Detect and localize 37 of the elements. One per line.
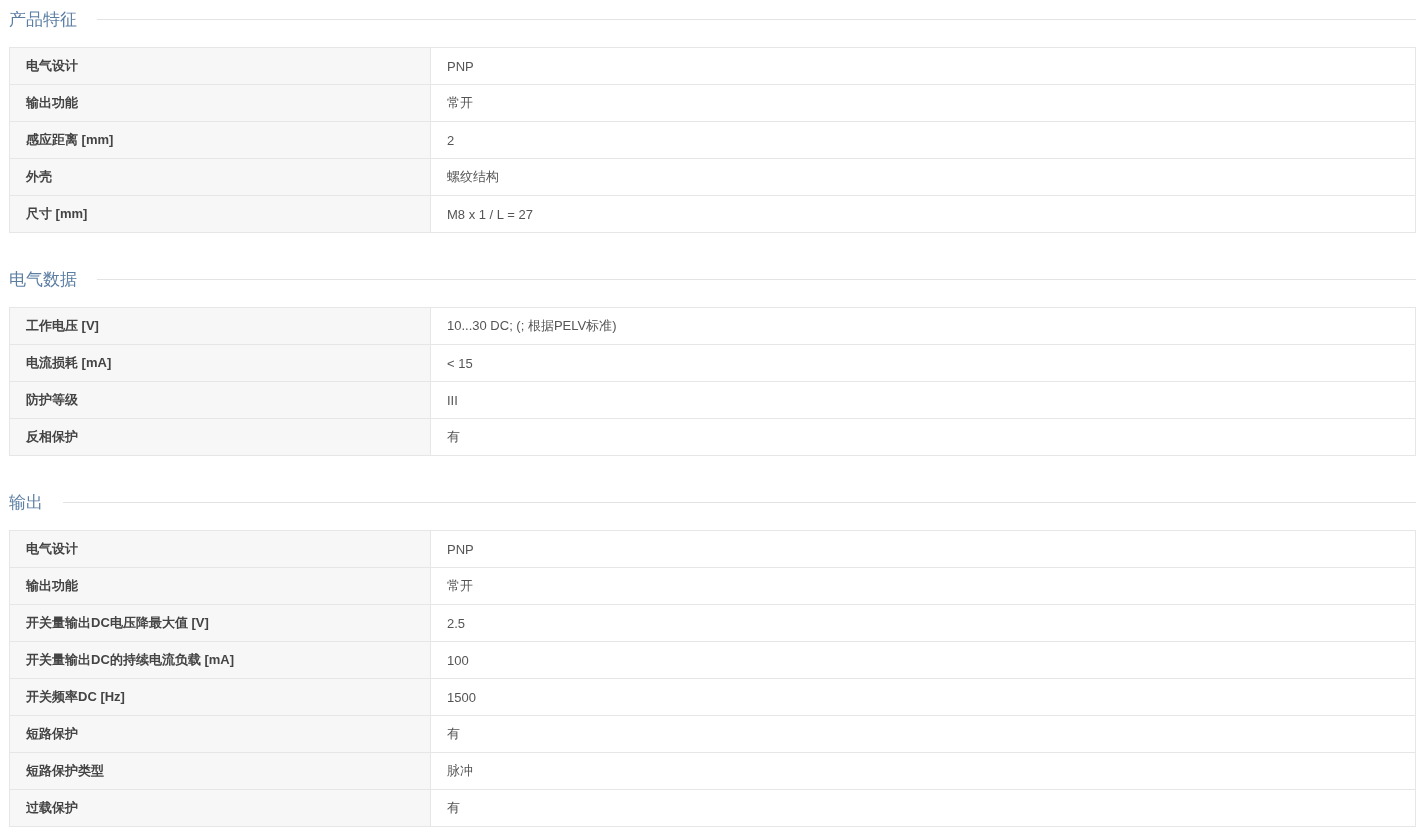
spec-label: 短路保护类型 [10, 753, 431, 789]
spec-value: 2 [446, 131, 456, 150]
spec-label: 外壳 [10, 159, 431, 195]
spec-label: 开关量输出DC电压降最大值 [V] [10, 605, 431, 641]
spec-value: 2.5 [446, 614, 467, 633]
spec-label: 电气设计 [10, 531, 431, 567]
spec-label: 电气设计 [10, 48, 431, 84]
spec-label: 开关量输出DC的持续电流负载 [mA] [10, 642, 431, 678]
spec-value: 10...30 DC; (; 根据PELV标准) [446, 317, 618, 335]
spec-value: 脉冲 [446, 762, 474, 780]
spec-value: 常开 [446, 94, 474, 112]
spec-value: PNP [446, 540, 475, 559]
spec-value: III [446, 391, 459, 410]
section-heading: 电气数据 [9, 268, 77, 291]
spec-label: 短路保护 [10, 716, 431, 752]
spec-label: 防护等级 [10, 382, 431, 418]
spec-label: 过载保护 [10, 790, 431, 826]
spec-value: M8 x 1 / L = 27 [446, 205, 534, 224]
spec-value: < 15 [446, 354, 474, 373]
spec-label: 反相保护 [10, 419, 431, 455]
spec-value: 有 [446, 799, 461, 817]
spec-label: 工作电压 [V] [10, 308, 431, 344]
spec-label: 开关频率DC [Hz] [10, 679, 431, 715]
spec-value: 常开 [446, 577, 474, 595]
spec-value: 有 [446, 725, 461, 743]
spec-label: 输出功能 [10, 568, 431, 604]
spec-label: 感应距离 [mm] [10, 122, 431, 158]
spec-label: 输出功能 [10, 85, 431, 121]
spec-value: 1500 [446, 688, 477, 707]
spec-value: 100 [446, 651, 470, 670]
section-heading: 输出 [9, 491, 43, 514]
section-heading: 产品特征 [9, 8, 77, 31]
spec-label: 电流损耗 [mA] [10, 345, 431, 381]
spec-value: PNP [446, 57, 475, 76]
spec-value: 有 [446, 428, 461, 446]
spec-label: 尺寸 [mm] [10, 196, 431, 232]
spec-value: 螺纹结构 [446, 168, 500, 186]
